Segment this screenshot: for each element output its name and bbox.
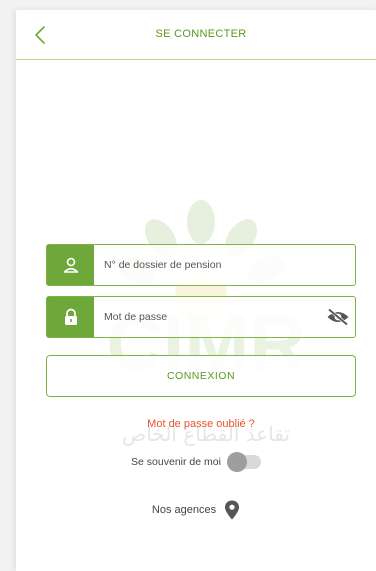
- eye-off-icon: [327, 308, 349, 326]
- app-header: SE CONNECTER: [16, 10, 376, 60]
- connexion-button[interactable]: CONNEXION: [46, 355, 356, 397]
- toggle-password-visibility[interactable]: [321, 297, 355, 337]
- password-field[interactable]: [46, 296, 356, 338]
- lock-icon: [64, 308, 77, 325]
- login-screen: SE CONNECTER CIMR تقاعد القطاع الخاص N° …: [16, 10, 376, 571]
- user-icon: [63, 257, 78, 273]
- file-number-field[interactable]: [46, 244, 356, 286]
- password-input[interactable]: [94, 297, 321, 337]
- user-icon-box: [47, 245, 94, 285]
- agencies-link[interactable]: Nos agences: [16, 500, 376, 520]
- remember-me-label: Se souvenir de moi: [131, 456, 221, 468]
- page-title: SE CONNECTER: [155, 28, 247, 40]
- toggle-knob: [226, 452, 247, 472]
- agencies-label: Nos agences: [151, 504, 217, 516]
- location-pin-icon: [225, 500, 240, 520]
- forgot-password-link[interactable]: Mot de passe oublié ?: [16, 418, 376, 430]
- file-number-input[interactable]: [94, 245, 355, 285]
- remember-me-toggle[interactable]: [226, 452, 261, 472]
- remember-me-row: Se souvenir de moi: [16, 452, 376, 472]
- lock-icon-box: [47, 297, 94, 337]
